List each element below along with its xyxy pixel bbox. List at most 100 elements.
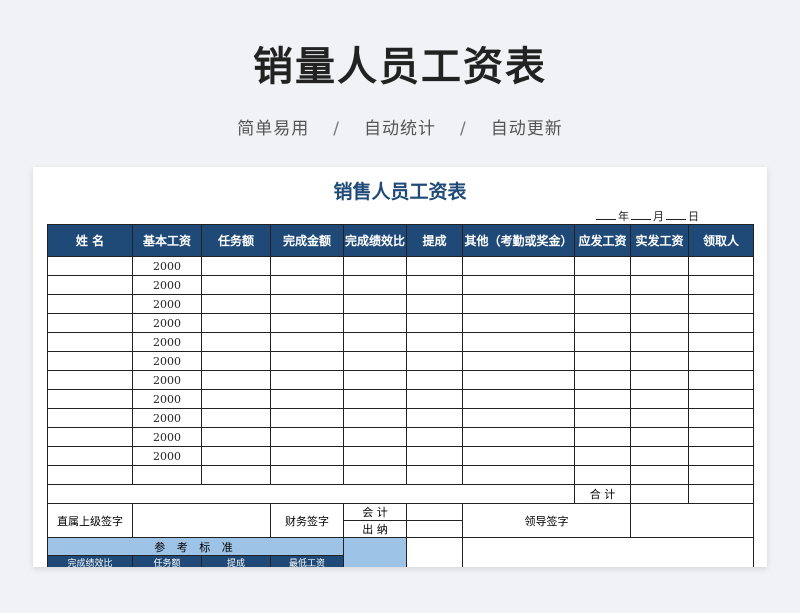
cell[interactable] [47,332,133,352]
cell[interactable] [574,351,631,371]
leader-sign-field[interactable] [630,503,754,538]
cell[interactable] [462,465,575,485]
cell[interactable] [201,408,271,428]
cell[interactable] [343,427,407,447]
cell[interactable] [406,275,463,295]
cell[interactable] [47,389,133,409]
cashier-sign-field[interactable] [406,520,463,538]
cell[interactable] [270,389,344,409]
cell[interactable] [574,370,631,390]
cell[interactable] [343,465,407,485]
cell[interactable] [270,275,344,295]
base-salary-cell[interactable]: 2000 [132,332,202,352]
cell[interactable] [630,294,689,314]
cell[interactable] [630,313,689,333]
base-salary-cell[interactable]: 2000 [132,313,202,333]
cell[interactable] [630,370,689,390]
total-cell[interactable] [688,484,754,504]
cell[interactable] [688,465,754,485]
cell[interactable] [462,446,575,466]
cell[interactable] [270,313,344,333]
cell[interactable] [462,389,575,409]
cell[interactable] [574,256,631,276]
cell[interactable] [201,294,271,314]
cell[interactable] [343,294,407,314]
base-salary-cell[interactable]: 2000 [132,351,202,371]
cell[interactable] [574,332,631,352]
cell[interactable] [688,256,754,276]
cell[interactable] [574,465,631,485]
cell[interactable] [406,465,463,485]
cell[interactable] [630,389,689,409]
cell[interactable] [343,275,407,295]
cell[interactable] [406,294,463,314]
cell[interactable] [47,465,133,485]
cell[interactable] [343,446,407,466]
cell[interactable] [406,408,463,428]
cell[interactable] [574,294,631,314]
cell[interactable] [343,256,407,276]
cell[interactable] [201,427,271,447]
cell[interactable] [462,351,575,371]
cell[interactable] [343,313,407,333]
cell[interactable] [270,256,344,276]
cell[interactable] [630,256,689,276]
month-blank[interactable] [631,219,651,220]
cell[interactable] [630,275,689,295]
cell[interactable] [47,256,133,276]
total-actual-pay-cell[interactable] [630,484,689,504]
cell[interactable] [201,446,271,466]
base-salary-cell[interactable]: 2000 [132,408,202,428]
cell[interactable] [574,389,631,409]
cell[interactable] [270,370,344,390]
cell[interactable] [406,351,463,371]
cell[interactable] [406,370,463,390]
cell[interactable] [688,294,754,314]
cell[interactable] [201,313,271,333]
cell[interactable] [688,313,754,333]
cell[interactable] [406,332,463,352]
cell[interactable] [574,408,631,428]
base-salary-cell[interactable]: 2000 [132,275,202,295]
cell[interactable] [574,446,631,466]
cell[interactable] [201,465,271,485]
cell[interactable] [343,370,407,390]
cell[interactable] [270,446,344,466]
base-salary-cell[interactable]: 2000 [132,294,202,314]
cell[interactable] [47,408,133,428]
base-salary-cell[interactable]: 2000 [132,370,202,390]
cell[interactable] [343,408,407,428]
cell[interactable] [630,351,689,371]
cell[interactable] [406,427,463,447]
cell[interactable] [462,408,575,428]
cell[interactable] [630,446,689,466]
cell[interactable] [201,256,271,276]
cell[interactable] [688,408,754,428]
cell[interactable] [201,370,271,390]
cell[interactable] [201,389,271,409]
cell[interactable] [47,351,133,371]
cell[interactable] [47,313,133,333]
year-blank[interactable] [596,219,616,220]
base-salary-cell[interactable]: 2000 [132,256,202,276]
cell[interactable] [406,256,463,276]
cell[interactable] [406,313,463,333]
cell[interactable] [270,294,344,314]
cell[interactable] [270,427,344,447]
cell[interactable] [201,332,271,352]
base-salary-cell[interactable]: 2000 [132,446,202,466]
cell[interactable] [574,275,631,295]
cell[interactable] [201,351,271,371]
cell[interactable] [688,389,754,409]
day-blank[interactable] [666,219,686,220]
cell[interactable] [132,465,202,485]
accountant-sign-field[interactable] [406,503,463,521]
cell[interactable] [462,275,575,295]
cell[interactable] [462,313,575,333]
cell[interactable] [630,465,689,485]
cell[interactable] [630,332,689,352]
cell[interactable] [270,465,344,485]
cell[interactable] [574,427,631,447]
cell[interactable] [47,275,133,295]
cell[interactable] [47,427,133,447]
